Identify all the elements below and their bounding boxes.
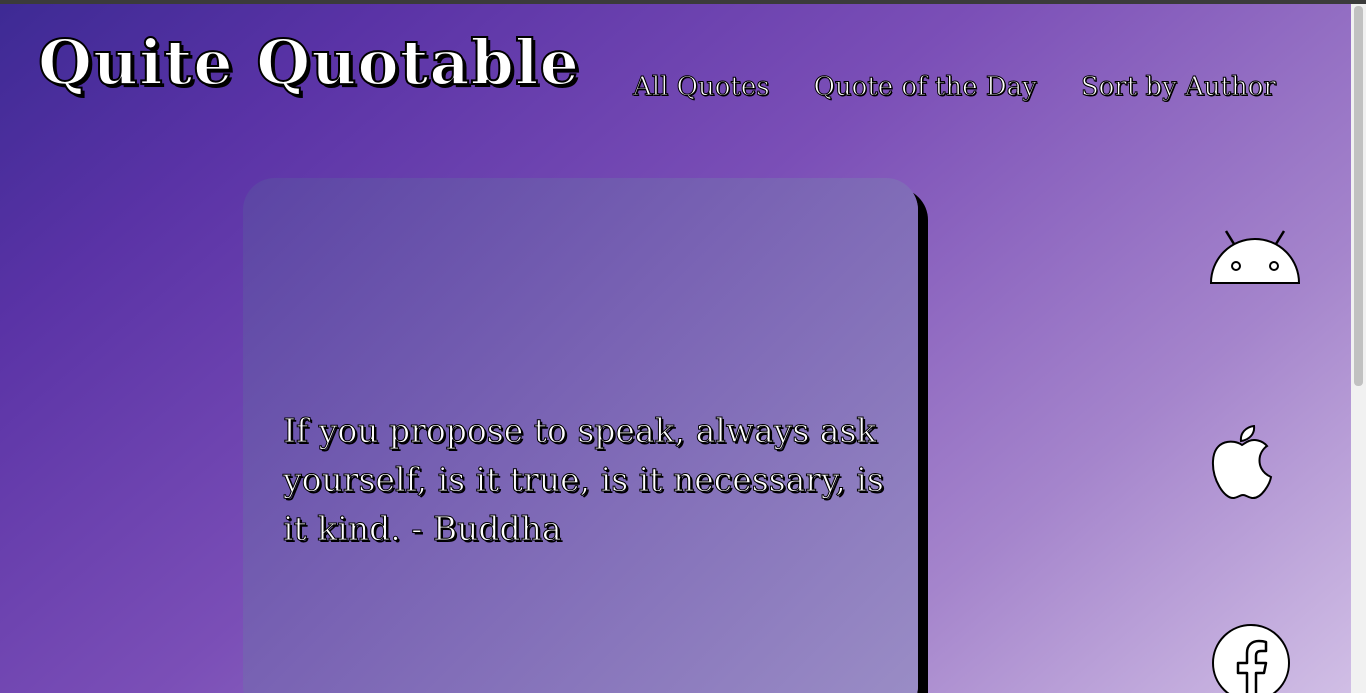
- apple-icon[interactable]: [1210, 425, 1274, 501]
- quote-card: If you propose to speak, always ask your…: [243, 178, 918, 693]
- site-logo[interactable]: Quite Quotable: [37, 25, 580, 100]
- browser-top-bar: [0, 0, 1366, 4]
- nav-all-quotes[interactable]: All Quotes: [633, 72, 771, 103]
- facebook-icon[interactable]: [1211, 623, 1293, 693]
- quote-text: If you propose to speak, always ask your…: [283, 411, 885, 549]
- vertical-scrollbar[interactable]: [1351, 4, 1366, 693]
- android-icon[interactable]: [1206, 228, 1304, 286]
- main-nav: All Quotes Quote of the Day Sort by Auth…: [633, 72, 1277, 103]
- nav-quote-of-the-day[interactable]: Quote of the Day: [813, 72, 1037, 103]
- scrollbar-thumb[interactable]: [1354, 6, 1363, 386]
- nav-sort-by-author[interactable]: Sort by Author: [1080, 72, 1276, 103]
